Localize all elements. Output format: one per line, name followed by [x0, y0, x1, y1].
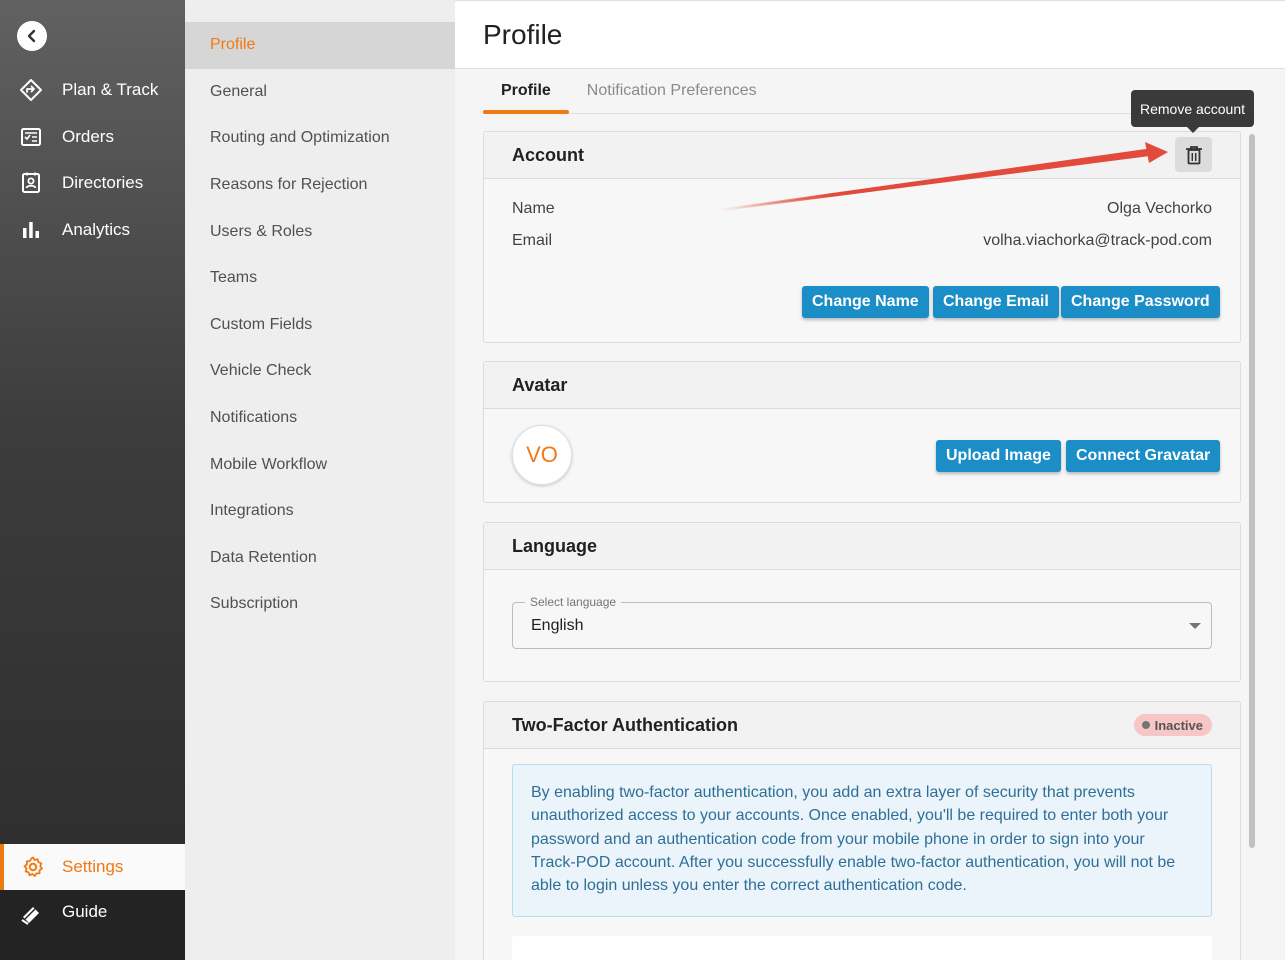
submenu-item-users-roles[interactable]: Users & Roles: [185, 208, 455, 255]
main-content: Profile Profile Notification Preferences…: [455, 0, 1285, 960]
nav-label: Orders: [62, 127, 114, 146]
avatar-card: Avatar VO Upload Image Connect Gravatar: [483, 361, 1241, 503]
account-title: Account: [512, 144, 584, 165]
submenu-item-profile[interactable]: Profile: [185, 22, 455, 69]
avatar: VO: [512, 425, 572, 485]
directories-icon: [0, 171, 62, 195]
remove-account-tooltip: Remove account: [1131, 90, 1254, 133]
orders-icon: [0, 125, 62, 149]
language-title: Language: [512, 535, 598, 556]
two-factor-card-header: Two-Factor Authentication Inactive: [484, 702, 1240, 749]
two-factor-setup-panel: [512, 936, 1212, 960]
change-password-button[interactable]: Change Password: [1061, 286, 1220, 318]
chevron-down-icon: [1189, 623, 1201, 629]
name-row: Name Olga Vechorko: [512, 200, 1212, 218]
account-card-header: Account: [484, 132, 1240, 179]
two-factor-card: Two-Factor Authentication Inactive By en…: [483, 701, 1241, 960]
connect-gravatar-button[interactable]: Connect Gravatar: [1066, 440, 1221, 472]
nav-label: Plan & Track: [62, 80, 159, 99]
content-scrollbar[interactable]: [1249, 130, 1257, 960]
account-card: Account Name Olga Vechorko Email volha.v…: [483, 131, 1241, 343]
submenu-item-custom-fields[interactable]: Custom Fields: [185, 302, 455, 349]
tab-notification-preferences[interactable]: Notification Preferences: [569, 69, 775, 113]
back-button[interactable]: [17, 21, 47, 51]
avatar-title: Avatar: [512, 374, 568, 395]
submenu-item-mobile-workflow[interactable]: Mobile Workflow: [185, 441, 455, 488]
nav-item-analytics[interactable]: Analytics: [0, 207, 185, 253]
chevron-left-icon: [27, 29, 36, 43]
submenu-item-data-retention[interactable]: Data Retention: [185, 535, 455, 582]
submenu-item-vehicle-check[interactable]: Vehicle Check: [185, 348, 455, 395]
status-text: Inactive: [1154, 717, 1203, 733]
nav-label: Analytics: [62, 220, 131, 239]
trash-icon: [1185, 145, 1202, 164]
submenu-item-routing[interactable]: Routing and Optimization: [185, 115, 455, 162]
analytics-icon: [0, 218, 62, 242]
nav-item-orders[interactable]: Orders: [0, 114, 185, 160]
guide-icon: [0, 902, 62, 926]
nav-item-guide[interactable]: Guide: [0, 890, 185, 960]
nav-item-directories[interactable]: Directories: [0, 160, 185, 206]
avatar-card-header: Avatar: [484, 362, 1240, 409]
submenu-item-notifications[interactable]: Notifications: [185, 395, 455, 442]
upload-image-button[interactable]: Upload Image: [936, 440, 1061, 472]
nav-label: Settings: [62, 857, 124, 876]
submenu-item-general[interactable]: General: [185, 69, 455, 116]
email-label: Email: [512, 232, 553, 249]
submenu-item-rejection-reasons[interactable]: Reasons for Rejection: [185, 162, 455, 209]
language-select-value: English: [531, 617, 584, 634]
submenu-item-subscription[interactable]: Subscription: [185, 581, 455, 628]
main-navigation: Plan & Track Orders Directories Analytic…: [0, 0, 185, 960]
avatar-card-body: VO Upload Image Connect Gravatar: [484, 409, 1240, 503]
scrollbar-thumb[interactable]: [1249, 134, 1255, 848]
remove-account-button[interactable]: [1175, 137, 1212, 172]
language-card: Language Select language English: [483, 522, 1241, 682]
nav-item-settings[interactable]: Settings: [0, 844, 185, 890]
nav-item-plan-track[interactable]: Plan & Track: [0, 67, 185, 113]
tab-profile[interactable]: Profile: [483, 69, 569, 114]
language-select-label: Select language: [525, 595, 622, 609]
settings-submenu: Profile General Routing and Optimization…: [185, 0, 455, 960]
nav-label: Guide: [62, 902, 108, 921]
page-header: Profile: [455, 0, 1285, 69]
email-row: Email volha.viachorka@track-pod.com: [512, 232, 1212, 250]
change-name-button[interactable]: Change Name: [802, 286, 929, 318]
name-label: Name: [512, 200, 555, 217]
email-value: volha.viachorka@track-pod.com: [983, 232, 1212, 249]
nav-label: Directories: [62, 173, 144, 192]
status-badge: Inactive: [1133, 714, 1212, 736]
submenu-item-integrations[interactable]: Integrations: [185, 488, 455, 535]
language-card-body: Select language English: [484, 571, 1240, 681]
two-factor-info-box: By enabling two-factor authentication, y…: [512, 764, 1212, 917]
language-select[interactable]: Select language English: [512, 595, 1212, 649]
language-card-header: Language: [484, 523, 1240, 570]
plan-track-icon: [0, 78, 62, 102]
page-title: Profile: [483, 18, 563, 50]
two-factor-title: Two-Factor Authentication: [512, 714, 738, 735]
gear-icon: [4, 855, 62, 879]
name-value: Olga Vechorko: [1107, 200, 1212, 217]
submenu-item-teams[interactable]: Teams: [185, 255, 455, 302]
status-dot-icon: [1141, 721, 1150, 729]
change-email-button[interactable]: Change Email: [933, 286, 1059, 318]
